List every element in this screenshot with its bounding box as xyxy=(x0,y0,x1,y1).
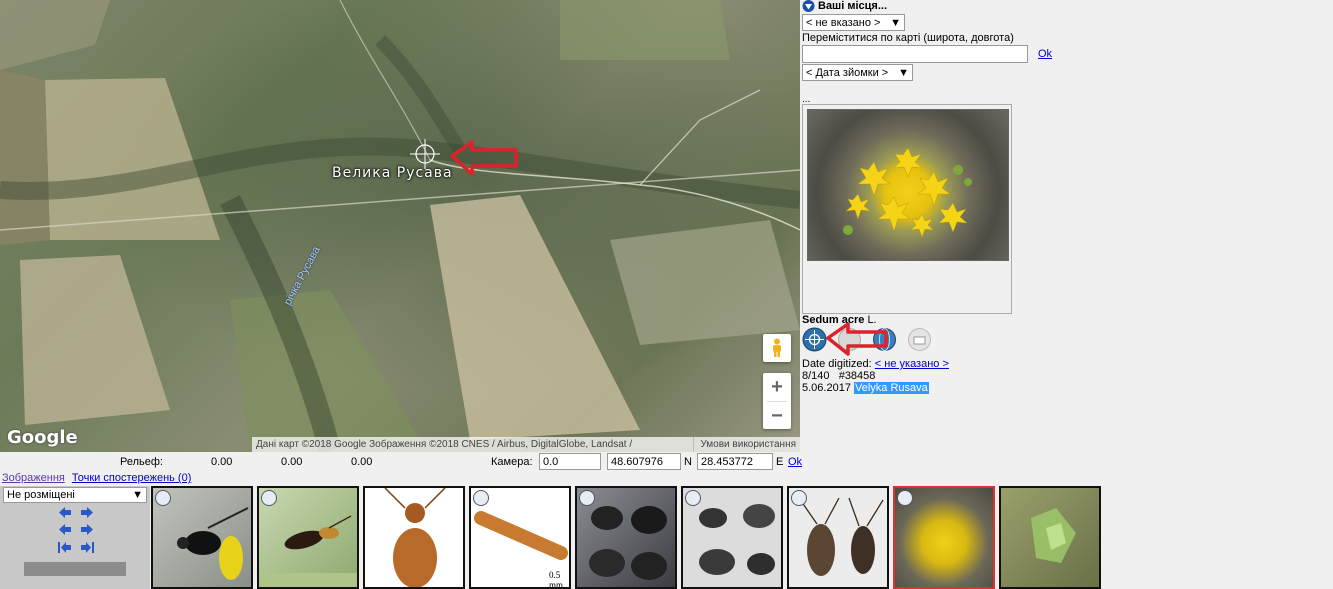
zoom-out-button[interactable]: − xyxy=(763,402,791,430)
relief-value-1: 0.00 xyxy=(211,456,233,468)
first-page-icon[interactable] xyxy=(58,541,72,554)
camera-ok-link[interactable]: Ok xyxy=(788,456,802,468)
arrow-left-icon[interactable] xyxy=(58,506,72,519)
placement-select[interactable]: Не розміщені ▼ xyxy=(3,487,147,503)
locate-crosshair-icon[interactable] xyxy=(802,327,827,352)
thumbnail-orange-beetle[interactable] xyxy=(363,486,465,589)
arrow-right-icon[interactable] xyxy=(80,506,94,519)
tab-images[interactable]: Зображення xyxy=(2,472,65,484)
thumbnail-longhorn-beetle[interactable] xyxy=(787,486,889,589)
coordinates-ok-link[interactable]: Ok xyxy=(1038,48,1052,60)
thumbnail-dark-beetles[interactable] xyxy=(575,486,677,589)
last-page-icon[interactable] xyxy=(80,541,94,554)
scale-bar-label: 0.5 mm xyxy=(549,570,564,589)
move-map-label: Переміститися по карті (широта, довгота) xyxy=(802,32,1014,44)
crosshair-icon xyxy=(410,139,440,169)
map-terrain xyxy=(0,0,800,452)
bottom-tabs: Зображення Точки спостережень (0) xyxy=(2,472,191,484)
photo-frame xyxy=(802,104,1012,314)
thumbnail-sedum-acre[interactable] xyxy=(893,486,995,589)
dropdown-arrow-icon: ▼ xyxy=(898,66,909,79)
thumbnail-beetle-grid[interactable] xyxy=(681,486,783,589)
nav-row-3 xyxy=(58,541,94,554)
satellite-map[interactable]: Велика Русава річка Русава + − Google Да… xyxy=(0,0,800,452)
attribution-text: Дані карт ©2018 Google Зображення ©2018 … xyxy=(256,439,633,450)
dropdown-arrow-icon: ▼ xyxy=(890,16,901,29)
red-arrow-icon xyxy=(450,140,518,176)
longitude-input[interactable] xyxy=(697,453,773,470)
date-digitized-label: Date digitized: xyxy=(802,358,872,370)
terms-link[interactable]: Умови використання xyxy=(693,437,796,452)
sedum-flowers-illustration xyxy=(843,147,972,238)
places-title: Ваші місця... xyxy=(818,0,888,12)
tab-observation-points[interactable]: Точки спостережень (0) xyxy=(72,472,191,484)
thumbnail-controls: Не розміщені ▼ xyxy=(0,486,150,589)
thumbnail-wasp-2[interactable] xyxy=(257,486,359,589)
orange-beetle-image xyxy=(384,488,446,587)
date-select[interactable]: < Дата зйомки > ▼ xyxy=(802,64,913,81)
map-status-row: Рельеф: 0.00 0.00 0.00 Камера: N E Ok xyxy=(0,452,802,472)
places-header[interactable]: Ваші місця... xyxy=(802,0,887,12)
green-plant-image xyxy=(1031,508,1076,563)
relief-label: Рельеф: xyxy=(120,456,163,468)
coordinates-input[interactable] xyxy=(802,45,1028,63)
thumbnail-strip: 0.5 mm xyxy=(151,486,1101,589)
camera-label: Камера: xyxy=(491,456,533,468)
date-select-value: < Дата зйомки > xyxy=(806,66,889,79)
google-logo: Google xyxy=(7,427,78,448)
locate-badge-icon[interactable] xyxy=(791,490,807,506)
longitude-unit: E xyxy=(776,456,784,468)
red-arrow-icon xyxy=(826,322,888,356)
street-view-pegman-icon[interactable] xyxy=(763,334,791,362)
zoom-in-button[interactable]: + xyxy=(763,373,791,401)
arrow-left-icon[interactable] xyxy=(58,523,72,536)
location-name[interactable]: Velyka Rusava xyxy=(854,382,929,394)
photo-date-location: 5.06.2017 Velyka Rusava xyxy=(802,382,929,394)
placement-select-value: Не розміщені xyxy=(7,489,75,501)
zoom-control: + − xyxy=(763,373,791,429)
thumbnail-antenna[interactable]: 0.5 mm xyxy=(469,486,571,589)
download-arrow-icon xyxy=(802,0,815,12)
photo-date: 5.06.2017 xyxy=(802,382,851,394)
locate-badge-icon[interactable] xyxy=(155,490,171,506)
thumbnail-green-plant[interactable] xyxy=(999,486,1101,589)
arrow-right-icon[interactable] xyxy=(80,523,94,536)
thumbnail-wasp[interactable] xyxy=(151,486,253,589)
locate-badge-icon[interactable] xyxy=(473,490,489,506)
places-select-value: < не вказано > xyxy=(806,16,881,29)
relief-value-3: 0.00 xyxy=(351,456,373,468)
progress-bar xyxy=(24,562,126,576)
latitude-input[interactable] xyxy=(607,453,681,470)
camera-input[interactable] xyxy=(539,453,601,470)
print-icon[interactable] xyxy=(907,327,932,352)
date-digitized: Date digitized: < не указано > xyxy=(802,358,949,370)
nav-row-1 xyxy=(58,506,94,519)
details-panel: Ваші місця... < не вказано > ▼ Перемісти… xyxy=(802,0,1333,452)
nav-row-2 xyxy=(58,523,94,536)
dropdown-arrow-icon: ▼ xyxy=(132,489,143,501)
locate-badge-icon[interactable] xyxy=(261,490,277,506)
locate-badge-icon[interactable] xyxy=(579,490,595,506)
sedum-acre-photo[interactable] xyxy=(807,109,1009,261)
relief-value-2: 0.00 xyxy=(281,456,303,468)
locate-badge-icon[interactable] xyxy=(685,490,701,506)
latitude-unit: N xyxy=(684,456,692,468)
places-select[interactable]: < не вказано > ▼ xyxy=(802,14,905,31)
map-attribution: Дані карт ©2018 Google Зображення ©2018 … xyxy=(252,437,800,452)
image-counter: 8/140 #38458 xyxy=(802,370,876,382)
date-digitized-link[interactable]: < не указано > xyxy=(875,358,949,370)
locate-badge-icon[interactable] xyxy=(897,490,913,506)
